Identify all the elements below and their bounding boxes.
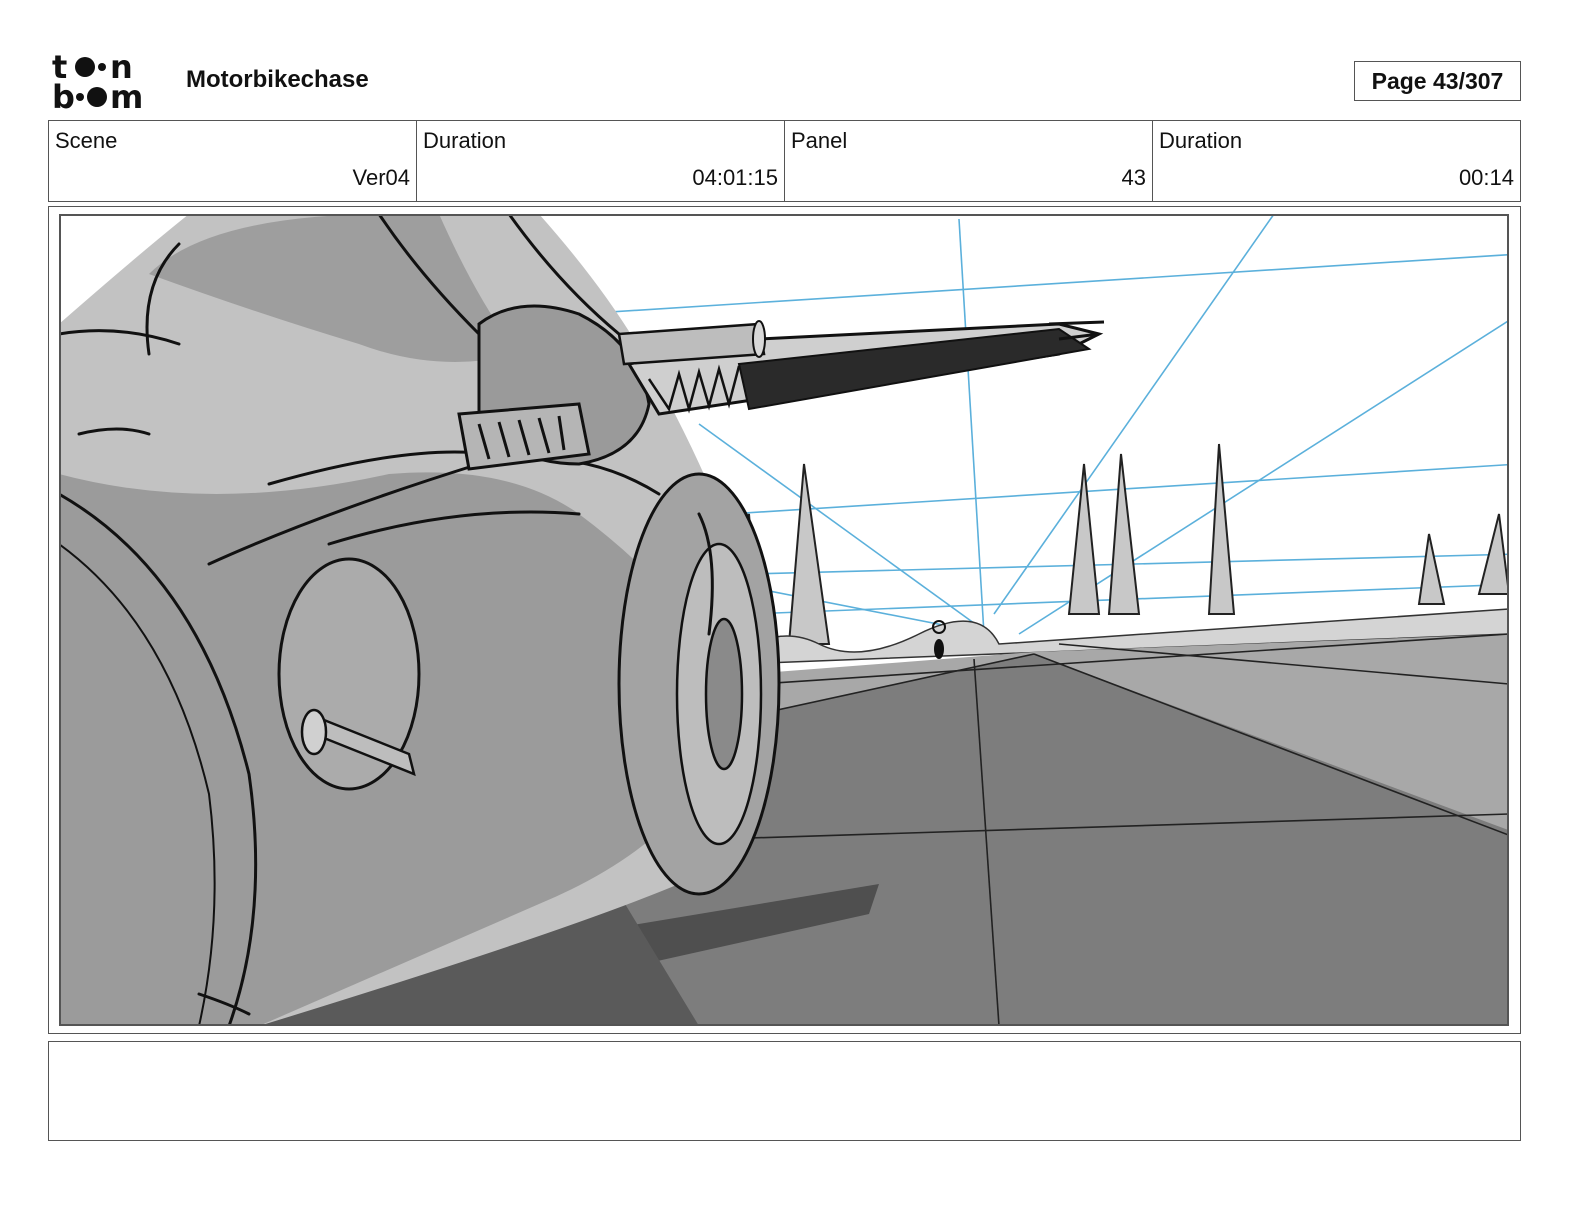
panel-notes-box[interactable]	[48, 1041, 1521, 1141]
panel-duration-label: Duration	[1159, 128, 1243, 153]
svg-text:b: b	[52, 78, 75, 112]
scene-label: Scene	[55, 128, 118, 153]
scene-duration-value: 04:01:15	[692, 165, 778, 190]
toonboom-logo: t n b m	[50, 48, 165, 116]
svg-text:m: m	[110, 78, 143, 112]
scene-cell: Scene Ver04	[49, 121, 417, 201]
page-label: Page	[1371, 67, 1427, 94]
storyboard-sketch	[59, 214, 1509, 1026]
page-number: 43/307	[1433, 67, 1504, 94]
panel-cell: Panel 43	[785, 121, 1153, 201]
panel-label: Panel	[791, 128, 848, 153]
panel-duration-value: 00:14	[1458, 165, 1514, 190]
page-indicator: Page 43/307	[1354, 61, 1521, 101]
project-title: Motorbikechase	[186, 66, 369, 93]
scene-duration-cell: Duration 04:01:15	[417, 121, 785, 201]
scene-value: Ver04	[352, 165, 411, 190]
panel-duration-cell: Duration 00:14	[1153, 121, 1520, 201]
panel-value: 43	[1121, 165, 1146, 190]
scene-duration-label: Duration	[423, 128, 507, 153]
panel-notes-text	[49, 1042, 1520, 1058]
panel-info-row: Scene Ver04 Duration 04:01:15 Panel 43 D…	[48, 120, 1521, 202]
storyboard-panel-frame	[48, 206, 1521, 1034]
